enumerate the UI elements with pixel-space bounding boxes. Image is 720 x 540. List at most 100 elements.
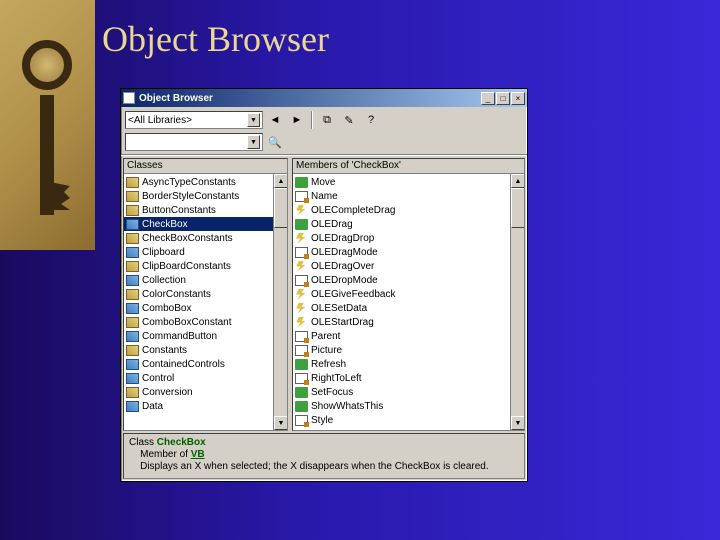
scroll-up-button[interactable]: ▲	[511, 174, 524, 188]
close-button[interactable]: ×	[511, 92, 525, 105]
nav-back-button[interactable]: ◄	[265, 111, 285, 129]
classes-header: Classes	[124, 159, 287, 174]
scroll-up-button[interactable]: ▲	[274, 174, 287, 188]
scroll-down-button[interactable]: ▼	[274, 416, 287, 430]
list-item[interactable]: ClipBoardConstants	[124, 259, 287, 273]
prop-icon	[295, 247, 308, 258]
list-item-label: ComboBoxConstant	[142, 317, 232, 328]
list-item-label: CheckBox	[142, 219, 188, 230]
method-icon	[295, 387, 308, 398]
detail-pane: Class CheckBox Member of VB Displays an …	[123, 433, 525, 479]
slide-title: Object Browser	[102, 18, 329, 60]
method-icon	[295, 219, 308, 230]
list-item[interactable]: OLEDragOver	[293, 259, 524, 273]
enum-icon	[126, 289, 139, 300]
list-item[interactable]: Move	[293, 175, 524, 189]
list-item-label: ComboBox	[142, 303, 191, 314]
event-icon	[295, 317, 308, 328]
classes-list[interactable]: AsyncTypeConstantsBorderStyleConstantsBu…	[124, 174, 287, 414]
list-item[interactable]: OLEDragMode	[293, 245, 524, 259]
list-item[interactable]: Clipboard	[124, 245, 287, 259]
members-header: Members of 'CheckBox'	[293, 159, 524, 174]
search-button[interactable]: 🔍	[265, 133, 285, 151]
list-item[interactable]: AsyncTypeConstants	[124, 175, 287, 189]
members-list[interactable]: MoveName OLECompleteDragOLEDragOLEDragDro…	[293, 174, 524, 428]
copy-button[interactable]: ⧉	[317, 111, 337, 129]
list-item-label: Parent	[311, 331, 340, 342]
list-item[interactable]: CheckBox	[124, 217, 287, 231]
list-item[interactable]: OLEDropMode	[293, 273, 524, 287]
members-scrollbar[interactable]: ▲ ▼	[510, 174, 524, 430]
toolbar: <All Libraries> ▼ ◄ ► ⧉ ✎ ? ▼ 🔍	[121, 107, 527, 155]
enum-icon	[126, 205, 139, 216]
library-combo[interactable]: <All Libraries> ▼	[125, 111, 263, 129]
list-item-label: Control	[142, 373, 174, 384]
minimize-button[interactable]: _	[481, 92, 495, 105]
list-item[interactable]: ComboBox	[124, 301, 287, 315]
list-item-label: SetFocus	[311, 387, 353, 398]
list-item[interactable]: Style	[293, 413, 524, 427]
list-item[interactable]: Collection	[124, 273, 287, 287]
class-icon	[126, 359, 139, 370]
scroll-thumb[interactable]	[274, 188, 287, 228]
list-item[interactable]: SetFocus	[293, 385, 524, 399]
key-head	[22, 40, 72, 90]
list-item[interactable]: Refresh	[293, 357, 524, 371]
list-item[interactable]: RightToLeft	[293, 371, 524, 385]
list-item-label: OLEStartDrag	[311, 317, 374, 328]
detail-library-link[interactable]: VB	[191, 449, 205, 460]
enum-icon	[126, 177, 139, 188]
list-item[interactable]: ContainedControls	[124, 357, 287, 371]
list-item-label: ShowWhatsThis	[311, 401, 383, 412]
list-item[interactable]: CommandButton	[124, 329, 287, 343]
list-item[interactable]: Conversion	[124, 385, 287, 399]
help-button[interactable]: ?	[361, 111, 381, 129]
dropdown-icon[interactable]: ▼	[247, 113, 260, 127]
toolbar-separator	[311, 111, 313, 129]
library-combo-value: <All Libraries>	[128, 115, 192, 126]
scroll-thumb[interactable]	[511, 188, 524, 228]
list-item[interactable]: Data	[124, 399, 287, 413]
list-item[interactable]: OLEDragDrop	[293, 231, 524, 245]
list-item[interactable]: OLEStartDrag	[293, 315, 524, 329]
view-definition-button[interactable]: ✎	[339, 111, 359, 129]
slide-decoration-key	[0, 0, 95, 250]
list-item[interactable]: ColorConstants	[124, 287, 287, 301]
dropdown-icon[interactable]: ▼	[247, 135, 260, 149]
search-combo[interactable]: ▼	[125, 133, 263, 151]
scroll-down-button[interactable]: ▼	[511, 416, 524, 430]
enum-icon	[126, 317, 139, 328]
class-icon	[126, 373, 139, 384]
detail-line2: Member of VB	[129, 449, 519, 461]
classes-scrollbar[interactable]: ▲ ▼	[273, 174, 287, 430]
list-item[interactable]: OLEDrag	[293, 217, 524, 231]
list-item-label: Collection	[142, 275, 186, 286]
list-item[interactable]: ComboBoxConstant	[124, 315, 287, 329]
list-item[interactable]: Constants	[124, 343, 287, 357]
titlebar[interactable]: Object Browser _ □ ×	[121, 89, 527, 107]
list-item[interactable]: Control	[124, 371, 287, 385]
detail-classname: CheckBox	[157, 437, 206, 448]
list-item[interactable]: Picture	[293, 343, 524, 357]
enum-icon	[126, 191, 139, 202]
list-item[interactable]: ButtonConstants	[124, 203, 287, 217]
list-item-label: OLECompleteDrag	[311, 205, 395, 216]
list-item[interactable]: ShowWhatsThis	[293, 399, 524, 413]
list-item-label: ClipBoardConstants	[142, 261, 231, 272]
maximize-button[interactable]: □	[496, 92, 510, 105]
list-item-label: OLEGiveFeedback	[311, 289, 396, 300]
list-item[interactable]: Parent	[293, 329, 524, 343]
list-item[interactable]: OLECompleteDrag	[293, 203, 524, 217]
window-title: Object Browser	[139, 93, 480, 104]
list-item[interactable]: OLEGiveFeedback	[293, 287, 524, 301]
prop-icon	[295, 191, 308, 202]
list-item[interactable]: Name	[293, 189, 524, 203]
nav-forward-button[interactable]: ►	[287, 111, 307, 129]
classes-pane: Classes AsyncTypeConstantsBorderStyleCon…	[123, 158, 288, 431]
list-item[interactable]: OLESetData	[293, 301, 524, 315]
prop-icon	[295, 373, 308, 384]
list-item[interactable]: CheckBoxConstants	[124, 231, 287, 245]
enum-icon	[126, 261, 139, 272]
list-item[interactable]: BorderStyleConstants	[124, 189, 287, 203]
list-item-label: OLEDragMode	[311, 247, 378, 258]
